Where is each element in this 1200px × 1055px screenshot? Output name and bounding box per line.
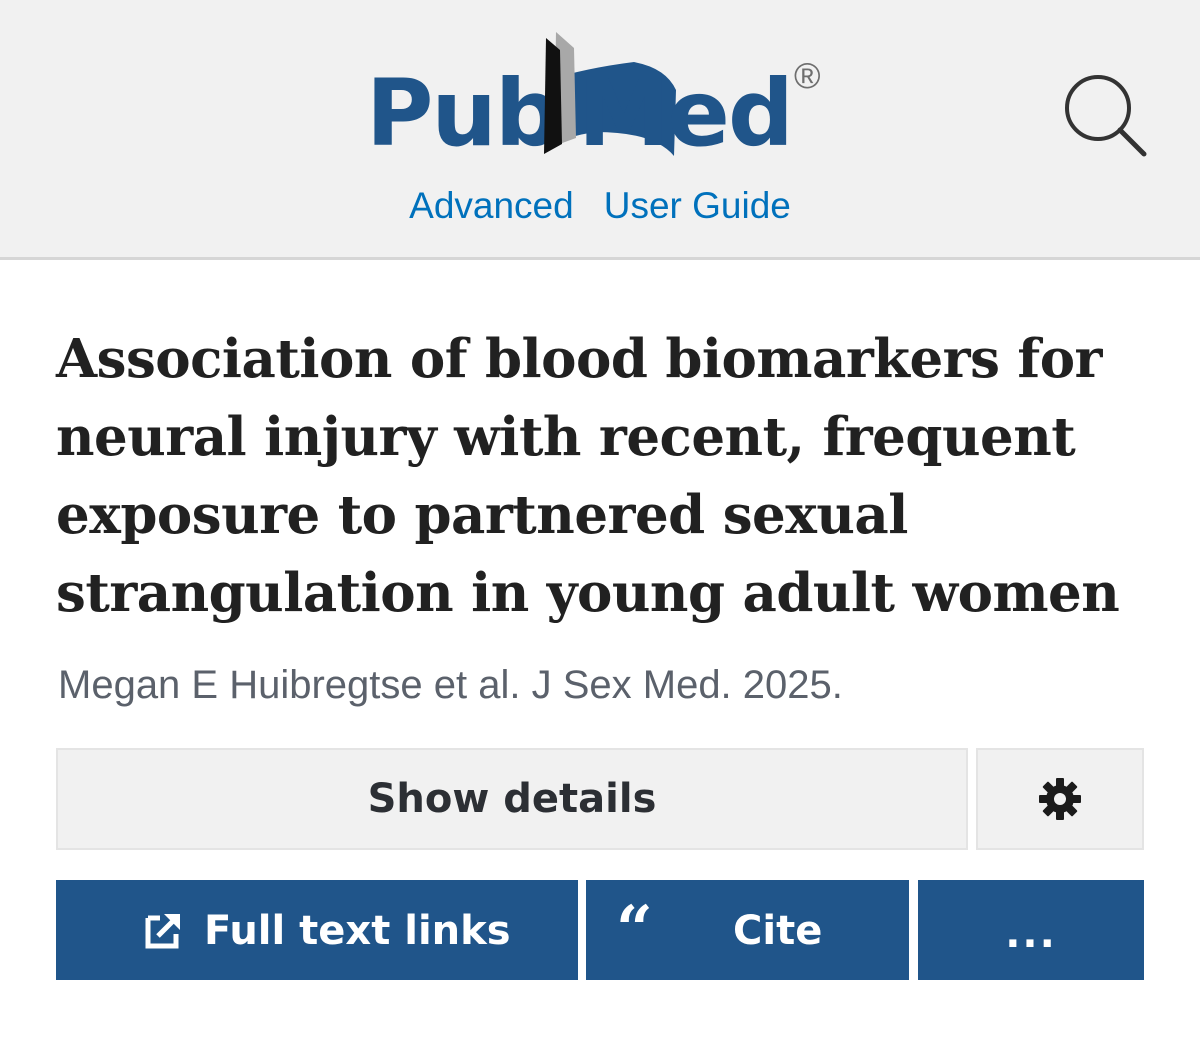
user-guide-link[interactable]: User Guide [604, 184, 791, 228]
more-actions-label: ... [1005, 911, 1057, 957]
full-text-links-button[interactable]: Full text links [56, 880, 578, 980]
show-details-label: Show details [367, 776, 657, 822]
quote-icon: “ [616, 892, 653, 967]
article-title: Association of blood biomarkers for neur… [56, 328, 1120, 624]
full-text-links-label: Full text links [204, 908, 511, 954]
article-citation: Megan E Huibregtse et al. J Sex Med. 202… [58, 663, 843, 707]
pubmed-logo[interactable]: Pub Med ® [366, 28, 836, 178]
search-icon [1065, 75, 1147, 157]
advanced-search-link[interactable]: Advanced [409, 184, 574, 228]
search-button[interactable] [1060, 70, 1150, 160]
show-details-button[interactable]: Show details [56, 748, 968, 850]
logo-text-med: Med [578, 60, 794, 167]
cite-label: Cite [733, 908, 823, 954]
registered-mark: ® [794, 55, 821, 96]
display-settings-button[interactable] [976, 748, 1144, 850]
external-link-icon [145, 914, 180, 949]
cite-button[interactable]: “ Cite [586, 880, 909, 980]
more-actions-button[interactable]: ... [918, 880, 1144, 980]
gear-icon [1039, 778, 1081, 820]
header-links: Advanced User Guide [0, 184, 1200, 228]
site-header: Pub Med ® Advanced User Guide [0, 0, 1200, 260]
